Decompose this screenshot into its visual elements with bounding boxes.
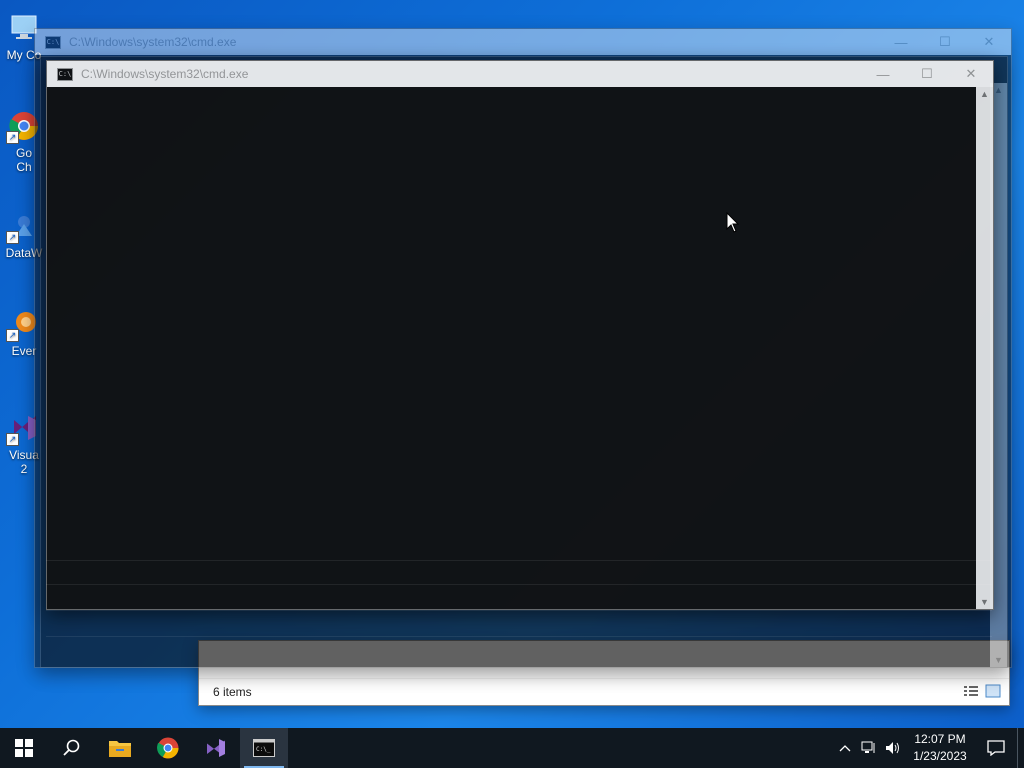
shortcut-arrow-icon: ↗ <box>6 329 19 342</box>
window-title: C:\Windows\system32\cmd.exe <box>69 35 237 49</box>
item-count: 6 items <box>213 685 252 699</box>
drag-trail <box>46 610 992 611</box>
scroll-down-icon[interactable]: ▼ <box>976 597 993 607</box>
network-icon[interactable] <box>857 728 881 768</box>
cmd-app-icon: C:\ <box>45 35 61 49</box>
notification-icon <box>987 740 1005 756</box>
clock-time: 12:07 PM <box>914 732 966 746</box>
show-desktop-button[interactable] <box>1017 728 1024 768</box>
cmd-titlebar[interactable]: C:\ C:\Windows\system32\cmd.exe — ☐ ✕ <box>35 29 1011 55</box>
cmd-app-icon: C:\ <box>57 67 73 81</box>
cmd-icon: C:\_ <box>253 739 275 757</box>
taskbar-file-explorer[interactable] <box>96 728 144 768</box>
notifications-button[interactable] <box>975 728 1017 768</box>
maximize-button[interactable]: ☐ <box>905 61 949 87</box>
drag-trail <box>46 636 992 637</box>
visual-studio-icon <box>207 739 225 757</box>
chrome-icon <box>157 737 179 759</box>
minimize-button[interactable]: — <box>879 29 923 55</box>
search-button[interactable] <box>48 728 96 768</box>
taskbar-visual-studio[interactable] <box>192 728 240 768</box>
close-button[interactable]: ✕ <box>949 61 993 87</box>
chevron-up-icon[interactable] <box>833 728 857 768</box>
taskbar-chrome[interactable] <box>144 728 192 768</box>
svg-text:C:\_: C:\_ <box>256 746 271 753</box>
desktop: My Co ↗ Go Ch ↗ DataW ↗ Ever ↗ Visua 2 6… <box>0 0 1024 728</box>
maximize-button[interactable]: ☐ <box>923 29 967 55</box>
cmd-window-front[interactable]: C:\ C:\Windows\system32\cmd.exe — ☐ ✕ ▲ … <box>46 60 994 610</box>
shortcut-arrow-icon: ↗ <box>6 231 19 244</box>
details-view-icon[interactable] <box>963 684 979 698</box>
scroll-down-icon[interactable]: ▼ <box>990 655 1007 665</box>
scroll-up-icon[interactable]: ▲ <box>976 89 993 99</box>
taskbar: C:\_ 12:07 PM 1/23/2023 <box>0 728 1024 768</box>
shortcut-arrow-icon: ↗ <box>6 433 19 446</box>
window-title: C:\Windows\system32\cmd.exe <box>81 67 249 81</box>
system-tray: 12:07 PM 1/23/2023 <box>833 728 1024 768</box>
clock[interactable]: 12:07 PM 1/23/2023 <box>905 731 975 765</box>
windows-logo-icon <box>15 739 33 757</box>
taskbar-cmd[interactable]: C:\_ <box>240 728 288 768</box>
scrollbar[interactable]: ▲ ▼ <box>976 87 993 609</box>
folder-icon <box>109 741 131 757</box>
drag-trail <box>46 584 992 585</box>
large-icons-view-icon[interactable] <box>985 684 1001 698</box>
shortcut-arrow-icon: ↗ <box>6 131 19 144</box>
explorer-status-bar: 6 items <box>199 678 1009 705</box>
search-icon <box>63 739 80 756</box>
close-button[interactable]: ✕ <box>967 29 1011 55</box>
volume-icon[interactable] <box>881 728 905 768</box>
minimize-button[interactable]: — <box>861 61 905 87</box>
clock-date: 1/23/2023 <box>913 749 967 763</box>
mouse-cursor-icon <box>726 211 740 234</box>
start-button[interactable] <box>0 728 48 768</box>
cmd-titlebar[interactable]: C:\ C:\Windows\system32\cmd.exe — ☐ ✕ <box>47 61 993 87</box>
drag-trail <box>46 560 992 561</box>
